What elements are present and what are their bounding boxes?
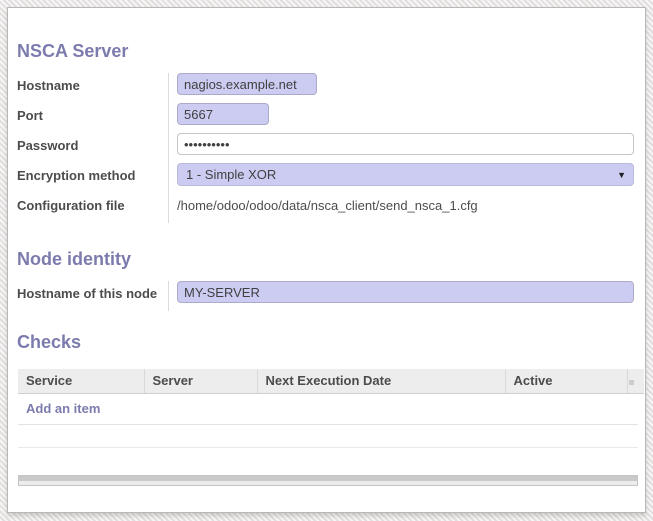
- form-row-config-file: Configuration file /home/odoo/odoo/data/…: [17, 193, 633, 223]
- section-title-node-identity: Node identity: [17, 248, 633, 270]
- node-hostname-label: Hostname of this node: [17, 281, 168, 301]
- configuration-file-label: Configuration file: [17, 193, 168, 213]
- column-header-server[interactable]: Server: [144, 369, 257, 393]
- port-input[interactable]: [177, 103, 269, 125]
- empty-table-row: [18, 425, 638, 448]
- nsca-server-form: Hostname Port Password Encryption method: [17, 73, 633, 223]
- form-row-port: Port: [17, 103, 633, 133]
- form-row-hostname: Hostname: [17, 73, 633, 103]
- encryption-method-selected-value: 1 - Simple XOR: [186, 167, 276, 182]
- form-row-node-hostname: Hostname of this node: [17, 281, 633, 311]
- port-label: Port: [17, 103, 168, 123]
- form-row-encryption: Encryption method 1 - Simple XOR ▼: [17, 163, 633, 193]
- checks-list: Service Server Next Execution Date Activ…: [18, 369, 638, 486]
- password-field-cell: [168, 133, 634, 163]
- form-row-password: Password: [17, 133, 633, 163]
- password-input[interactable]: [177, 133, 634, 155]
- form-content: NSCA Server Hostname Port Password: [8, 40, 645, 513]
- section-title-nsca-server: NSCA Server: [17, 40, 633, 62]
- port-field-cell: [168, 103, 633, 133]
- encryption-method-select[interactable]: 1 - Simple XOR ▼: [177, 163, 634, 186]
- dropdown-arrow-icon: ▼: [617, 170, 626, 180]
- node-identity-form: Hostname of this node: [17, 281, 633, 311]
- form-panel: NSCA Server Hostname Port Password: [7, 7, 646, 513]
- add-an-item-link[interactable]: Add an item: [18, 401, 100, 416]
- encryption-method-label: Encryption method: [17, 163, 168, 183]
- column-header-service[interactable]: Service: [18, 369, 144, 393]
- node-hostname-input[interactable]: [177, 281, 634, 303]
- password-label: Password: [17, 133, 168, 153]
- encryption-field-cell: 1 - Simple XOR ▼: [168, 163, 634, 193]
- checks-table: Service Server Next Execution Date Activ…: [18, 369, 644, 394]
- hostname-field-cell: [168, 73, 633, 103]
- hostname-label: Hostname: [17, 73, 168, 93]
- table-scrollbar-corner[interactable]: [629, 380, 634, 385]
- config-file-field-cell: /home/odoo/odoo/data/nsca_client/send_ns…: [168, 193, 633, 223]
- node-hostname-field-cell: [168, 281, 634, 311]
- horizontal-scrollbar[interactable]: [18, 475, 638, 486]
- checks-table-header-row: Service Server Next Execution Date Activ…: [18, 369, 644, 393]
- configuration-file-value: /home/odoo/odoo/data/nsca_client/send_ns…: [177, 193, 633, 213]
- section-title-checks: Checks: [17, 331, 633, 353]
- column-header-active[interactable]: Active: [505, 369, 627, 393]
- hostname-input[interactable]: [177, 73, 317, 95]
- add-an-item-row: Add an item: [18, 394, 638, 425]
- column-header-next-execution-date[interactable]: Next Execution Date: [257, 369, 505, 393]
